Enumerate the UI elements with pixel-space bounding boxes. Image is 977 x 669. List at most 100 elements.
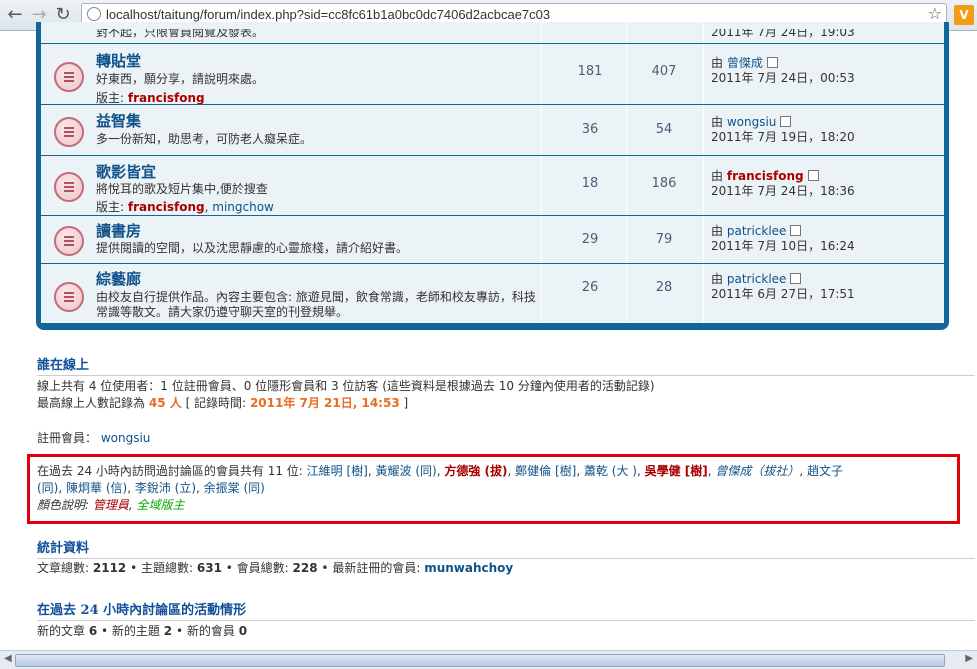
forum-read-icon <box>54 282 84 312</box>
member-link[interactable]: 陳炯華 (信) <box>66 481 127 495</box>
member-link[interactable]: 余振棠 (同) <box>204 481 265 495</box>
member-link[interactable]: 吳學健 [樹] <box>645 464 708 478</box>
view-latest-post-icon[interactable] <box>780 116 792 127</box>
last-post-time: 2011年 7月 24日，00:53 <box>711 71 855 85</box>
url-text[interactable]: localhost/taitung/forum/index.php?sid=cc… <box>106 7 550 22</box>
last-post: 由 曾傑成 2011年 7月 24日，00:53 <box>711 56 855 85</box>
topics-count: 26 <box>581 280 599 295</box>
posts-count: 79 <box>655 232 673 247</box>
moderators-label: 版主: <box>96 91 125 105</box>
forum-list: 對不起，只限會員閱覽及發表。 2011年 7月 24日，19:03 轉貼堂 好東… <box>36 22 949 330</box>
scroll-right-arrow-icon[interactable]: ▶ <box>965 653 973 664</box>
new-posts: 6 <box>88 624 98 638</box>
topics-count: 181 <box>577 64 603 79</box>
last-post-time: 2011年 6月 27日，17:51 <box>711 287 855 301</box>
activity-line: 新的文章 6 • 新的主題 2 • 新的會員 0 <box>37 624 248 638</box>
forum-read-icon <box>54 62 84 92</box>
moderators-label: 版主: <box>96 200 125 214</box>
legend-global-mod-link[interactable]: 全域版主 <box>137 498 185 512</box>
member-link[interactable]: 趙文子 <box>807 464 843 478</box>
forum-title-link[interactable]: 綜藝廊 <box>96 268 141 289</box>
last24-visitors: 在過去 24 小時內訪問過討論區的會員共有 11 位: 江維明 [樹], 黃耀波… <box>37 464 844 478</box>
view-latest-post-icon[interactable] <box>790 225 802 236</box>
view-latest-post-icon[interactable] <box>807 170 819 181</box>
posts-count: 186 <box>651 176 677 191</box>
statistics-line: 文章總數: 2112 • 主題總數: 631 • 會員總數: 228 • 最新註… <box>37 561 514 575</box>
forum-description: 多一份新知，助思考，可防老人癡呆症。 <box>96 132 313 146</box>
new-topics: 2 <box>163 624 173 638</box>
total-posts: 2112 <box>92 561 127 575</box>
back-arrow-icon[interactable]: ← <box>4 4 26 26</box>
forum-read-icon <box>54 172 84 202</box>
forum-read-icon <box>54 117 84 147</box>
forum-row: 綜藝廊 由校友自行提供作品。內容主要包含: 旅遊見聞，飲食常識，老師和校友專訪，… <box>41 264 944 323</box>
forum-row: 轉貼堂 好東西，願分享，請說明來處。 版主: francisfong 181 4… <box>41 44 944 105</box>
scroll-left-arrow-icon[interactable]: ◀ <box>4 653 12 664</box>
moderator-link[interactable]: francisfong <box>128 91 205 105</box>
forum-title-link[interactable]: 益智集 <box>96 110 141 131</box>
posts-count: 54 <box>655 122 673 137</box>
page-icon <box>87 7 101 21</box>
last-post-user-link[interactable]: francisfong <box>727 169 804 183</box>
extension-icon[interactable]: V <box>954 5 974 25</box>
color-legend: 顏色說明: 管理員, 全域版主 <box>37 498 185 512</box>
topics-count: 18 <box>581 176 599 191</box>
last-post-time: 2011年 7月 19日，18:20 <box>711 130 855 144</box>
forum-description: 好東西，願分享，請說明來處。 <box>96 72 265 86</box>
forum-row: 益智集 多一份新知，助思考，可防老人癡呆症。 36 54 由 wongsiu 2… <box>41 105 944 156</box>
forum-row-partial: 對不起，只限會員閱覽及發表。 2011年 7月 24日，19:03 <box>41 22 944 44</box>
who-is-online-heading: 誰在線上 <box>37 354 975 376</box>
forum-title-link[interactable]: 讀書房 <box>96 220 141 241</box>
forum-read-icon <box>54 226 84 256</box>
record-time: 2011年 7月 21日, 14:53 <box>249 396 400 410</box>
last-post-user-link[interactable]: patricklee <box>727 224 787 238</box>
forum-title-link[interactable]: 歌影皆宜 <box>96 161 156 182</box>
activity-heading: 在過去 24 小時內討論區的活動情形 <box>37 599 975 621</box>
forum-description: 將悅耳的歌及短片集中,便於搜查 <box>96 182 268 196</box>
last24-visitors-cont: (同), 陳炯華 (信), 李銳沛 (立), 余振棠 (同) <box>37 481 265 495</box>
member-link[interactable]: 黃耀波 (同) <box>376 464 437 478</box>
registered-members: 註冊會員： wongsiu <box>37 431 151 445</box>
record-count: 45 人 <box>148 396 182 410</box>
view-latest-post-icon[interactable] <box>790 273 802 284</box>
moderator-link[interactable]: francisfong <box>128 200 205 214</box>
member-link[interactable]: 曾傑成（拔社） <box>715 464 799 478</box>
total-topics: 631 <box>196 561 222 575</box>
last-post-user-link[interactable]: patricklee <box>727 272 787 286</box>
member-link[interactable]: 蕭乾 (大 ) <box>584 464 637 478</box>
forum-moderators: 版主: francisfong <box>96 89 205 106</box>
forum-row: 歌影皆宜 將悅耳的歌及短片集中,便於搜查 版主: francisfong, mi… <box>41 156 944 216</box>
online-record: 最高線上人數記錄為 45 人 [ 記錄時間: 2011年 7月 21日, 14:… <box>37 396 409 410</box>
member-link[interactable]: 鄭健倫 [樹] <box>515 464 576 478</box>
posts-count: 28 <box>655 280 673 295</box>
newest-member-link[interactable]: munwahchoy <box>424 561 513 575</box>
forum-description: 提供閱讀的空間，以及沈思靜慮的心靈旅棧，請介紹好書。 <box>96 241 409 255</box>
horizontal-scrollbar[interactable]: ◀ ▶ <box>0 650 977 669</box>
forum-moderators: 版主: francisfong, mingchow <box>96 200 274 214</box>
last-post-time: 2011年 7月 10日，16:24 <box>711 239 855 253</box>
last-post-user-link[interactable]: wongsiu <box>727 115 777 129</box>
topics-count: 29 <box>581 232 599 247</box>
member-link[interactable]: 李銳沛 (立) <box>135 481 196 495</box>
member-link[interactable]: 江維明 [樹] <box>307 464 368 478</box>
new-members: 0 <box>238 624 248 638</box>
forum-row: 讀書房 提供閱讀的空間，以及沈思靜慮的心靈旅棧，請介紹好書。 29 79 由 p… <box>41 216 944 264</box>
moderator-link[interactable]: mingchow <box>212 200 274 214</box>
last-post-user-link[interactable]: 曾傑成 <box>727 56 763 70</box>
registered-user-link[interactable]: wongsiu <box>101 431 151 445</box>
forum-description: 對不起，只限會員閱覽及發表。 <box>96 25 265 39</box>
member-link[interactable]: 方德強 (拔) <box>444 464 507 478</box>
topics-count: 36 <box>581 122 599 137</box>
forum-title-link[interactable]: 轉貼堂 <box>96 50 141 71</box>
bookmark-star-icon[interactable]: ☆ <box>928 4 942 23</box>
last-post-time: 2011年 7月 24日，18:36 <box>711 184 855 198</box>
posts-count: 407 <box>651 64 677 79</box>
online-summary: 線上共有 4 位使用者：1 位註冊會員、0 位隱形會員和 3 位訪客 (這些資料… <box>37 379 655 393</box>
view-latest-post-icon[interactable] <box>766 57 778 68</box>
statistics-heading: 統計資料 <box>37 537 975 559</box>
scrollbar-thumb[interactable] <box>15 654 945 667</box>
legend-admin-link[interactable]: 管理員 <box>93 498 129 512</box>
member-link[interactable]: (同) <box>37 481 58 495</box>
total-members: 228 <box>292 561 318 575</box>
last-post: 由 wongsiu 2011年 7月 19日，18:20 <box>711 115 855 144</box>
